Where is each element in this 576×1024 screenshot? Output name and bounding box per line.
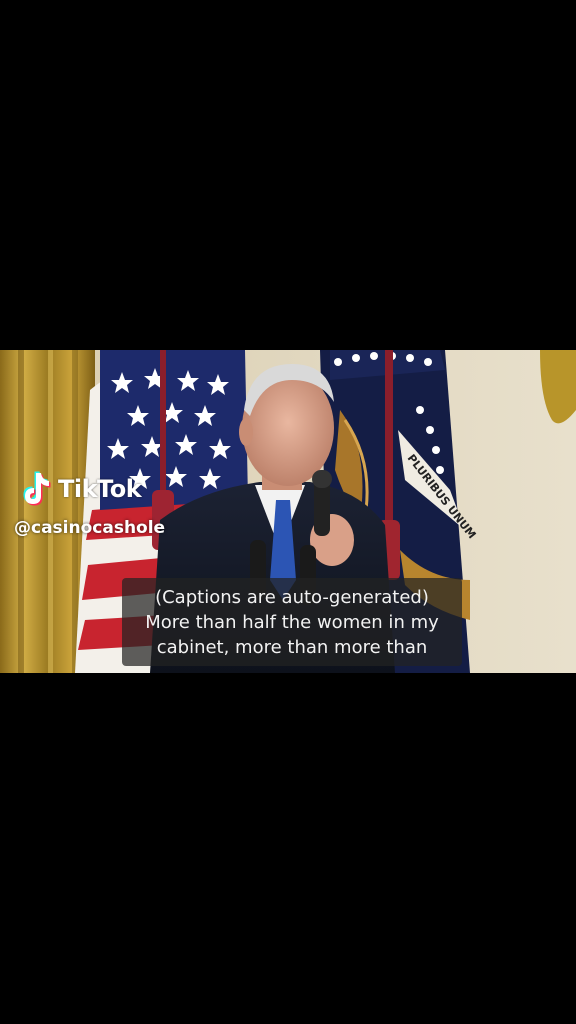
caption-line: More than half the women in my — [145, 611, 439, 633]
tiktok-watermark: TikTok — [18, 470, 142, 508]
tiktok-wordmark: TikTok — [58, 475, 142, 503]
tiktok-note-icon — [23, 471, 51, 506]
creator-handle: @casinocashole — [14, 518, 166, 538]
caption-line: (Captions are auto-generated) — [155, 586, 429, 608]
video-screen[interactable]: PLURIBUS UNUM TikTok @casinocashole (Cap… — [0, 0, 576, 1024]
caption-line: cabinet, more than more than — [156, 636, 428, 658]
caption-box: (Captions are auto-generated) More than … — [122, 578, 462, 666]
